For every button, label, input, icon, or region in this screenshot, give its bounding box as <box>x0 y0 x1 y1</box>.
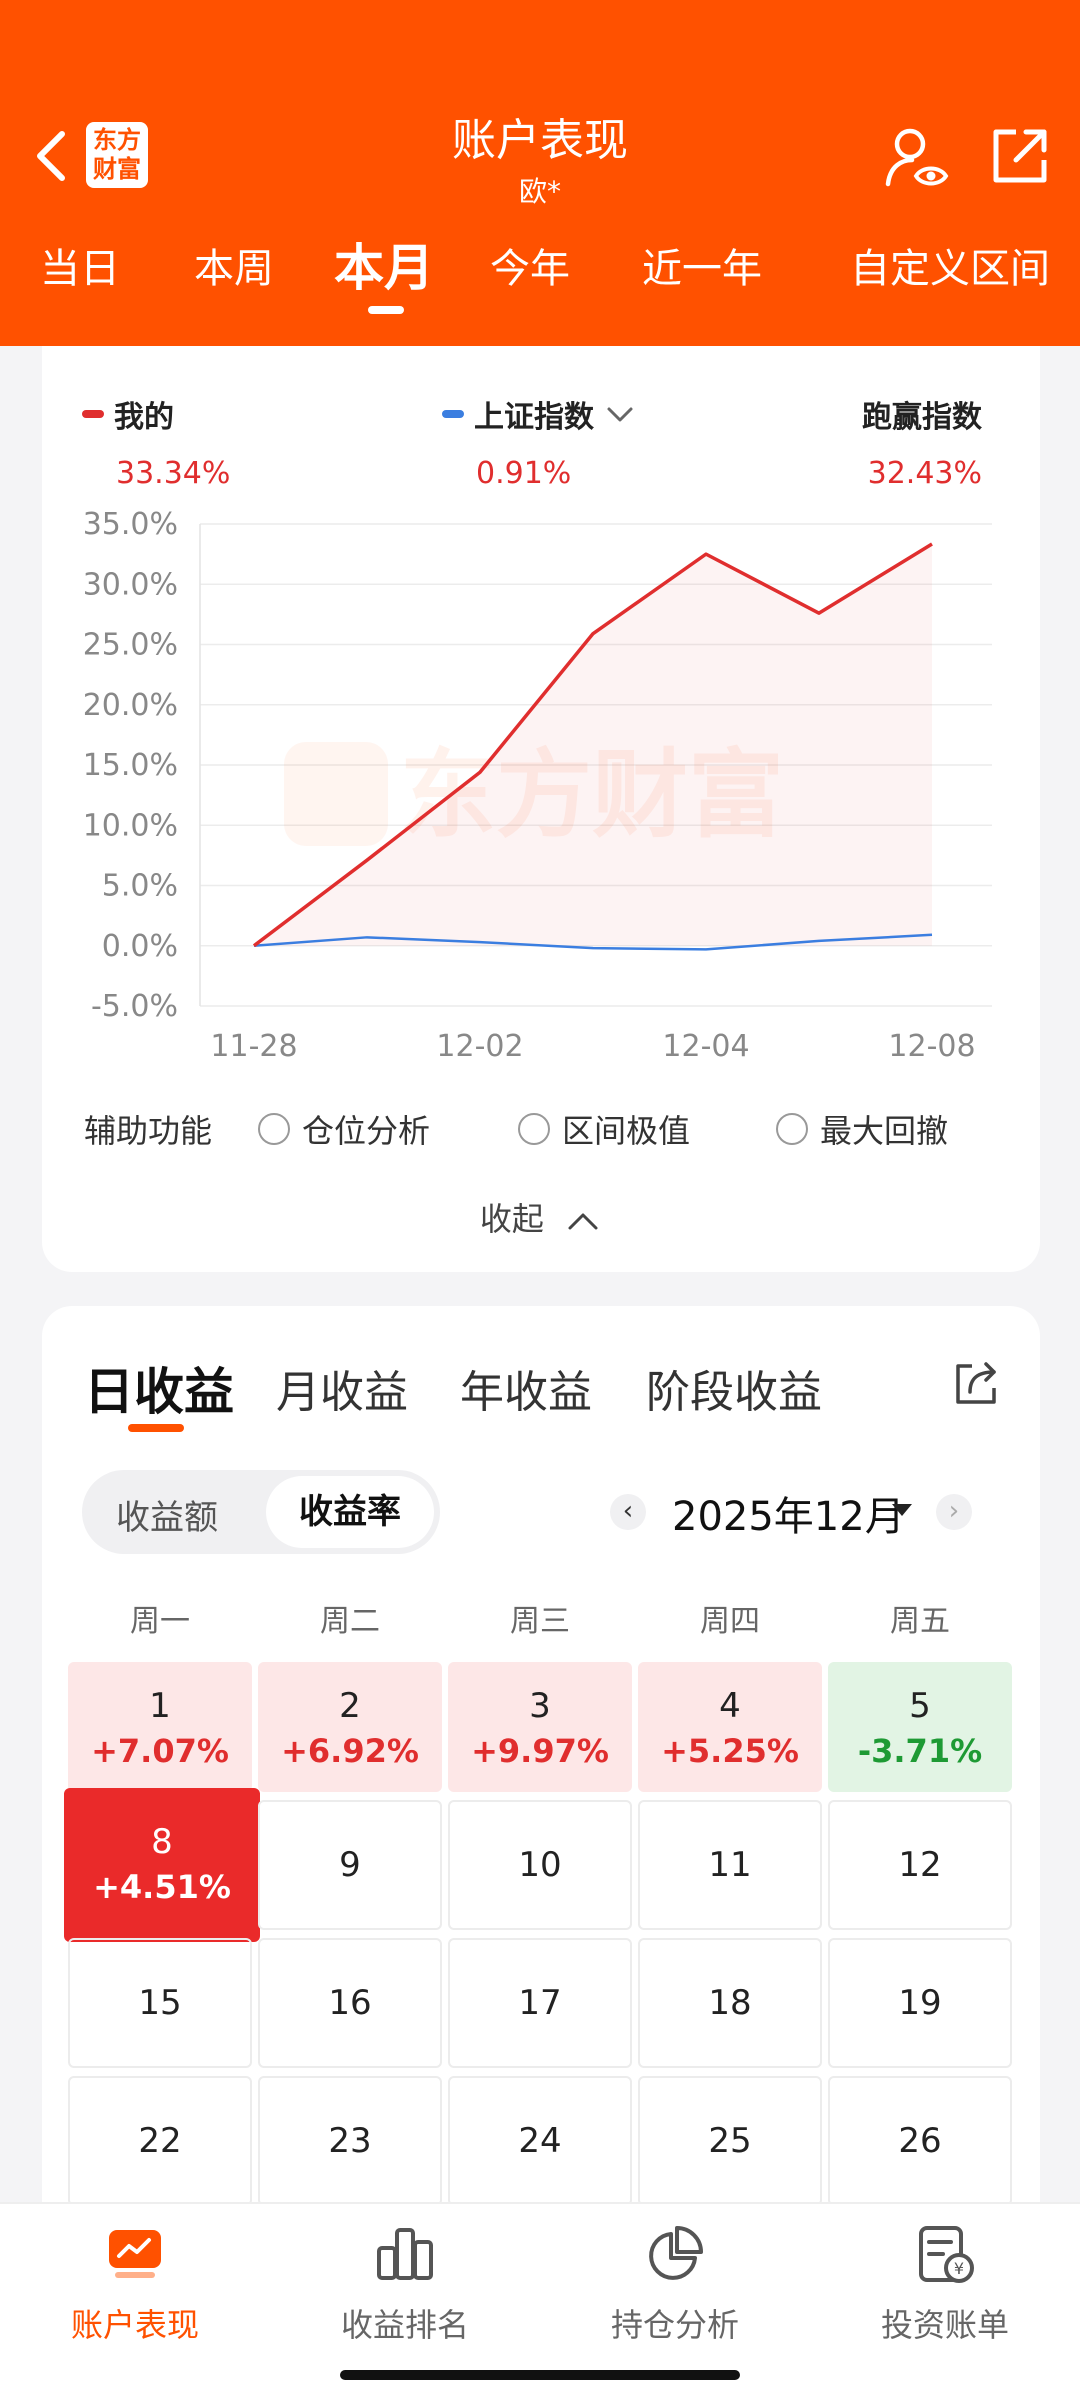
day-number: 17 <box>518 1983 562 2023</box>
radio-circle-icon <box>258 1113 290 1145</box>
nav-earnings-ranking[interactable]: 收益排名 <box>270 2222 540 2346</box>
calendar-day-cell[interactable]: 17 <box>448 1938 632 2068</box>
tab-yearly-earnings[interactable]: 年收益 <box>460 1356 592 1420</box>
day-number: 11 <box>708 1845 752 1885</box>
performance-icon <box>109 2230 161 2278</box>
x-tick-label: 11-28 <box>210 1029 297 1064</box>
nav-investment-bill[interactable]: ¥ 投资账单 <box>810 2222 1080 2346</box>
y-tick-label: 25.0% <box>83 628 178 663</box>
month-selector[interactable]: 2025年12月 <box>672 1484 905 1542</box>
day-number: 23 <box>328 2121 372 2161</box>
day-number: 19 <box>898 1983 942 2023</box>
calendar-day-cell[interactable]: 25 <box>638 2076 822 2206</box>
day-return: +5.25% <box>661 1732 799 1770</box>
calendar-day-cell[interactable]: 16 <box>258 1938 442 2068</box>
day-number: 3 <box>529 1686 551 1726</box>
chevron-left-icon: ‹ <box>622 1496 634 1526</box>
calendar-day-cell[interactable]: 11 <box>638 1800 822 1930</box>
y-tick-label: 0.0% <box>102 929 178 964</box>
x-tick-label: 12-02 <box>436 1029 523 1064</box>
day-number: 12 <box>898 1845 942 1885</box>
calendar-day-cell[interactable]: 8 +4.51% <box>64 1788 260 1942</box>
prev-month-button[interactable]: ‹ <box>610 1494 646 1530</box>
radio-circle-icon <box>776 1113 808 1145</box>
calendar-day-cell[interactable]: 15 <box>68 1938 252 2068</box>
toggle-amount[interactable]: 收益额 <box>116 1490 218 1539</box>
day-number: 18 <box>708 1983 752 2023</box>
y-tick-label: 20.0% <box>83 688 178 723</box>
calendar-day-cell[interactable]: 1 +7.07% <box>68 1662 252 1792</box>
day-return: +9.97% <box>471 1732 609 1770</box>
day-number: 24 <box>518 2121 562 2161</box>
day-return: -3.71% <box>857 1732 983 1770</box>
day-number: 2 <box>339 1686 361 1726</box>
day-number: 10 <box>518 1845 562 1885</box>
y-tick-label: -5.0% <box>91 989 178 1024</box>
day-number: 9 <box>339 1845 361 1885</box>
day-number: 4 <box>719 1686 741 1726</box>
y-tick-label: 30.0% <box>83 567 178 602</box>
collapse-button[interactable]: 收起 <box>0 1194 1080 1240</box>
day-return: +4.51% <box>93 1868 231 1906</box>
calendar-day-cell[interactable]: 9 <box>258 1800 442 1930</box>
day-return: +6.92% <box>281 1732 419 1770</box>
pie-icon <box>649 2226 703 2280</box>
x-tick-label: 12-04 <box>662 1029 749 1064</box>
day-number: 5 <box>909 1686 931 1726</box>
bill-icon: ¥ <box>919 2226 974 2283</box>
calendar-day-cell[interactable]: 2 +6.92% <box>258 1662 442 1792</box>
aux-functions-label: 辅助功能 <box>84 1112 213 1150</box>
day-number: 1 <box>149 1686 171 1726</box>
share-icon[interactable] <box>952 1360 1000 1408</box>
calendar-day-cell[interactable]: 26 <box>828 2076 1012 2206</box>
tab-monthly-earnings[interactable]: 月收益 <box>276 1356 408 1420</box>
performance-line-chart: 东方财富 35.0%30.0%25.0%20.0%15.0%10.0%5.0%0… <box>83 507 992 1064</box>
day-number: 8 <box>151 1822 173 1862</box>
calendar-day-cell[interactable]: 19 <box>828 1938 1012 2068</box>
nav-holdings-analysis[interactable]: 持仓分析 <box>540 2222 810 2346</box>
x-tick-label: 12-08 <box>888 1029 975 1064</box>
day-number: 16 <box>328 1983 372 2023</box>
weekday-label: 周四 <box>700 1604 760 1639</box>
svg-text:¥: ¥ <box>954 2259 964 2278</box>
calendar-day-cell[interactable]: 3 +9.97% <box>448 1662 632 1792</box>
y-tick-label: 5.0% <box>102 869 178 904</box>
day-number: 25 <box>708 2121 752 2161</box>
chevron-right-icon: › <box>948 1496 960 1526</box>
chevron-up-icon <box>568 1213 598 1230</box>
radio-circle-icon <box>518 1113 550 1145</box>
day-return: +7.07% <box>91 1732 229 1770</box>
weekday-label: 周二 <box>320 1604 380 1639</box>
next-month-button[interactable]: › <box>936 1494 972 1530</box>
earnings-tab-indicator <box>128 1424 184 1432</box>
day-number: 15 <box>138 1983 182 2023</box>
tab-period-earnings[interactable]: 阶段收益 <box>646 1356 822 1420</box>
calendar-day-cell[interactable]: 12 <box>828 1800 1012 1930</box>
weekday-label: 周一 <box>130 1604 190 1639</box>
calendar-day-cell[interactable]: 5 -3.71% <box>828 1662 1012 1792</box>
tab-daily-earnings[interactable]: 日收益 <box>84 1352 234 1424</box>
calendar-day-cell[interactable]: 24 <box>448 2076 632 2206</box>
y-tick-label: 35.0% <box>83 507 178 542</box>
calendar-day-cell[interactable]: 23 <box>258 2076 442 2206</box>
y-tick-label: 15.0% <box>83 748 178 783</box>
calendar-day-cell[interactable]: 18 <box>638 1938 822 2068</box>
range-extremes-radio[interactable]: 区间极值 <box>518 1106 690 1152</box>
weekday-label: 周三 <box>510 1604 570 1639</box>
home-indicator <box>340 2370 740 2380</box>
weekday-label: 周五 <box>890 1604 950 1639</box>
toggle-rate[interactable]: 收益率 <box>266 1476 434 1548</box>
calendar-day-cell[interactable]: 22 <box>68 2076 252 2206</box>
ranking-icon <box>377 2228 433 2280</box>
calendar-day-cell[interactable]: 10 <box>448 1800 632 1930</box>
day-number: 26 <box>898 2121 942 2161</box>
position-analysis-radio[interactable]: 仓位分析 <box>258 1106 430 1152</box>
calendar-day-cell[interactable]: 4 +5.25% <box>638 1662 822 1792</box>
caret-down-icon[interactable] <box>892 1504 912 1516</box>
max-drawdown-radio[interactable]: 最大回撤 <box>776 1106 948 1152</box>
nav-account-performance[interactable]: 账户表现 <box>0 2222 270 2346</box>
y-tick-label: 10.0% <box>83 808 178 843</box>
day-number: 22 <box>138 2121 182 2161</box>
